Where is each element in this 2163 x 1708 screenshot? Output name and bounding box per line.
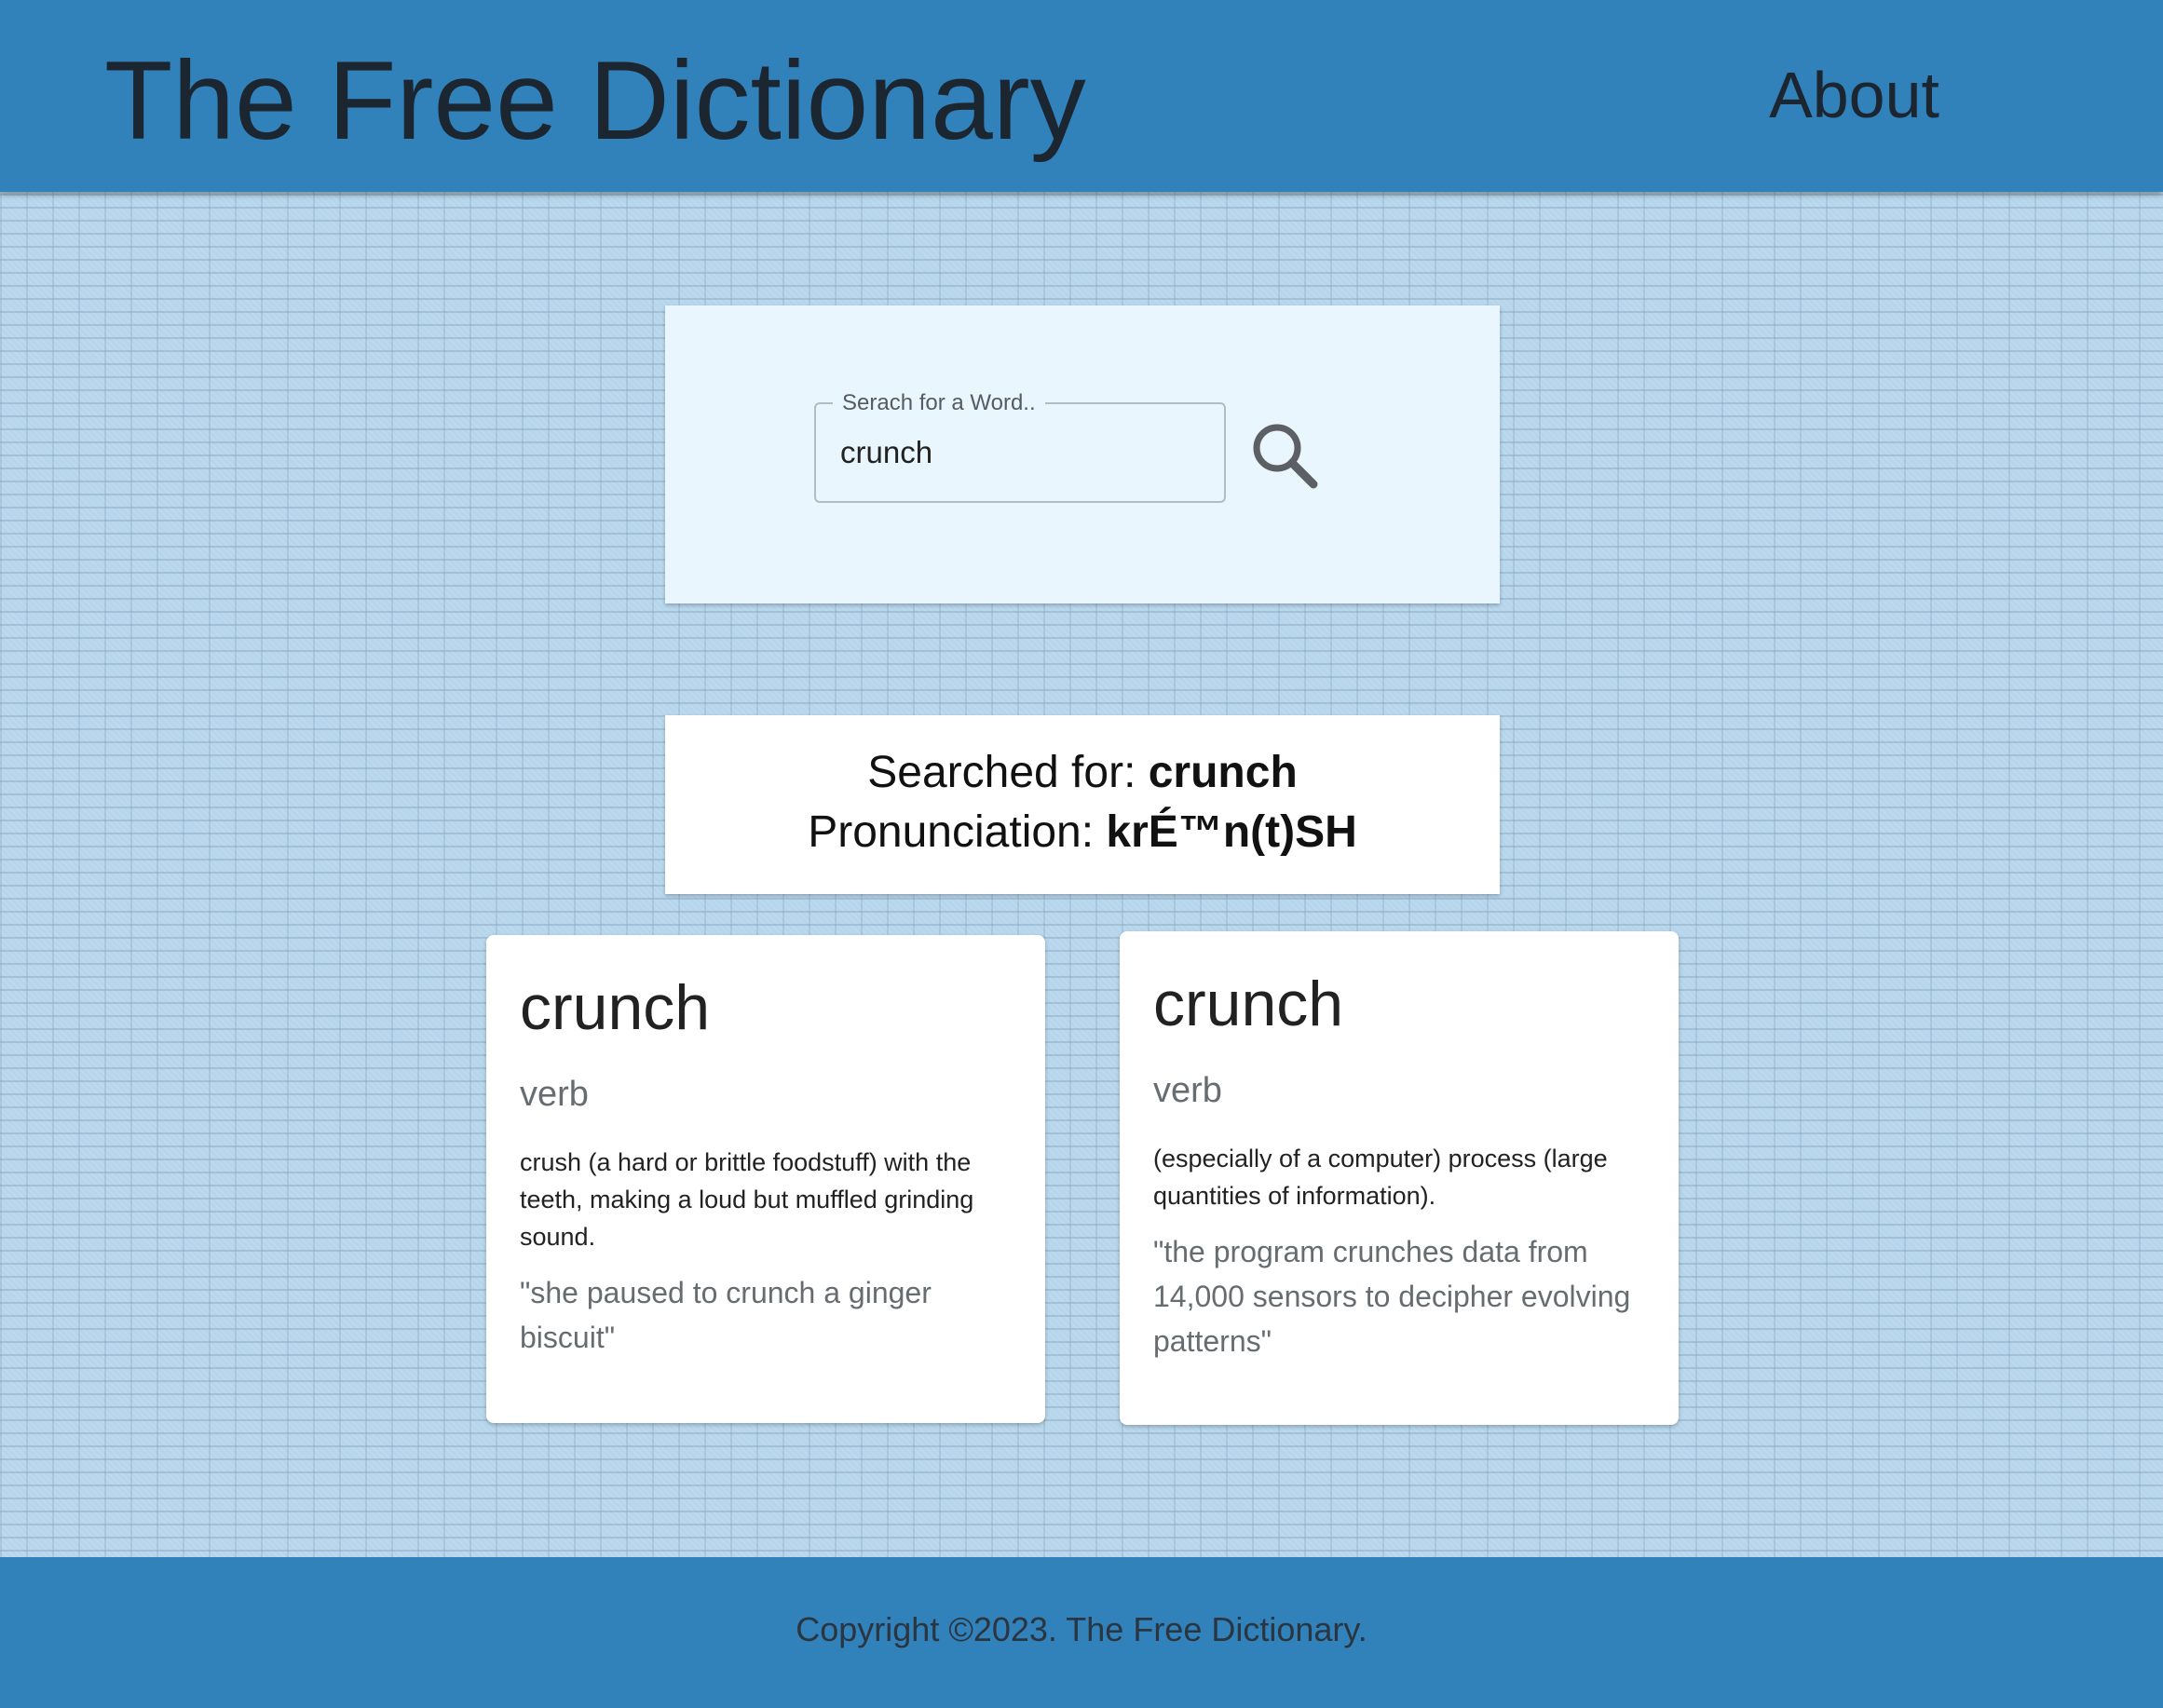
pronunciation-label: Pronunciation: [808, 807, 1107, 857]
searched-for-label: Searched for: [867, 748, 1149, 797]
part-of-speech: verb [1153, 1071, 1222, 1110]
search-input[interactable] [840, 428, 1204, 477]
definition-card: crunch verb (especially of a computer) p… [1120, 931, 1679, 1425]
definition-text: crush (a hard or brittle foodstuff) with… [520, 1148, 974, 1251]
pronunciation-line: Pronunciation: krÉ™n(t)SH [665, 803, 1500, 862]
searched-for-line: Searched for: crunch [665, 743, 1500, 803]
search-icon [1246, 417, 1325, 495]
searched-word: crunch [1148, 748, 1298, 797]
definition-text: (especially of a computer) process (larg… [1153, 1145, 1608, 1210]
part-of-speech: verb [520, 1075, 589, 1114]
about-link[interactable]: About [1769, 58, 1939, 132]
copyright-text: Copyright ©2023. The Free Dictionary. [796, 1610, 1367, 1648]
definition-card: crunch verb crush (a hard or brittle foo… [486, 935, 1045, 1423]
site-footer: Copyright ©2023. The Free Dictionary. [0, 1557, 2163, 1708]
search-button[interactable] [1246, 417, 1325, 495]
example-sentence: "she paused to crunch a ginger biscuit" [520, 1276, 932, 1354]
definition-word: crunch [1153, 969, 1344, 1039]
definition-word: crunch [520, 972, 711, 1043]
search-label: Serach for a Word.. [833, 389, 1045, 417]
site-header: The Free Dictionary About [0, 0, 2163, 192]
search-field[interactable]: Serach for a Word.. [814, 389, 1226, 503]
pronunciation-value: krÉ™n(t)SH [1106, 807, 1357, 857]
site-title: The Free Dictionary [104, 38, 1086, 163]
result-summary: Searched for: crunch Pronunciation: krÉ™… [665, 715, 1500, 894]
search-panel: Serach for a Word.. [665, 305, 1500, 603]
example-sentence: "the program crunches data from 14,000 s… [1153, 1235, 1631, 1358]
